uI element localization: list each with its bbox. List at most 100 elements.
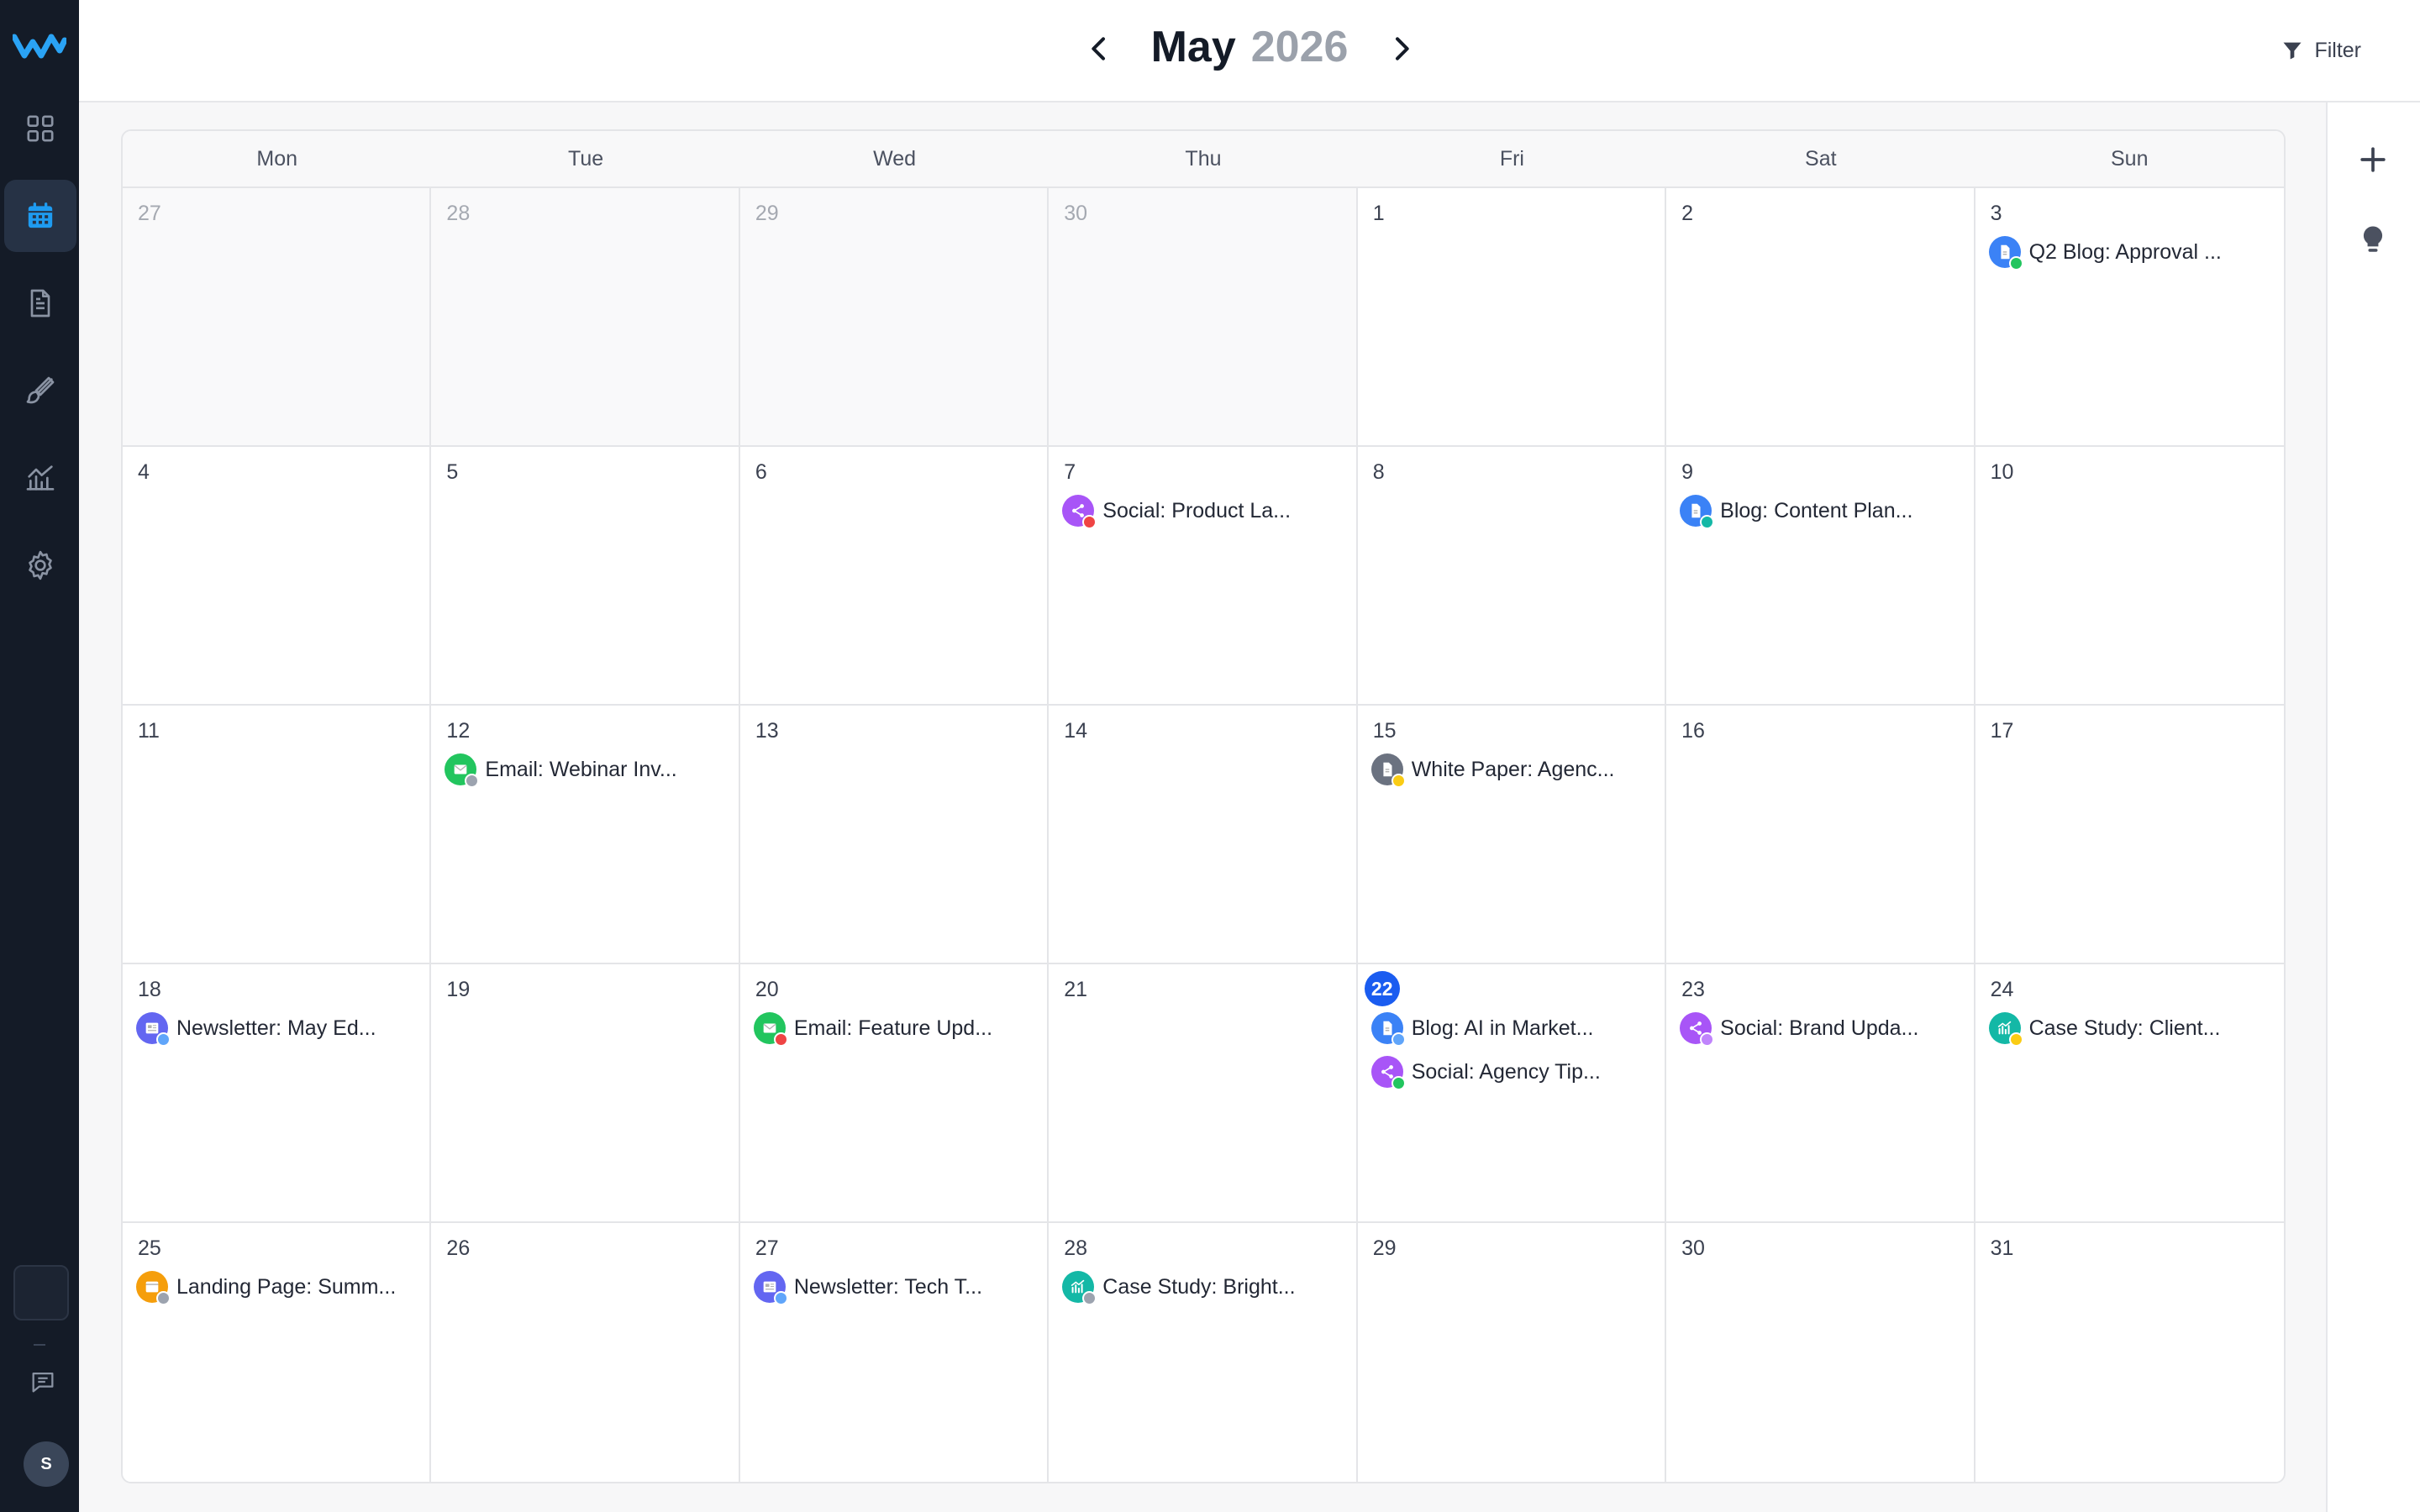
day-number: 30 [1681,1236,1705,1260]
event-list: Email: Feature Upd... [753,1011,1039,1055]
calendar-event[interactable]: Blog: AI in Market... [1370,1011,1656,1045]
event-title: Newsletter: May Ed... [176,1016,376,1040]
day-number: 14 [1064,719,1088,743]
day-cell[interactable]: 6 [739,447,1050,706]
nav-calendar[interactable] [4,180,76,252]
calendar-event[interactable]: Case Study: Client... [1988,1011,2275,1045]
day-cell[interactable]: 29 [739,188,1050,447]
chart-icon [1062,1271,1097,1304]
status-dot [1391,1076,1406,1089]
day-cell[interactable]: 13 [739,706,1050,964]
share-icon [1370,1056,1406,1089]
nav-dashboard[interactable] [4,92,76,165]
day-cell[interactable]: 8 [1357,447,1667,706]
day-number: 9 [1681,460,1694,484]
day-cell[interactable]: 19 [431,964,740,1223]
calendar-event[interactable]: Newsletter: May Ed... [136,1011,421,1045]
day-cell[interactable]: 17 [1975,706,2284,964]
filter-button[interactable]: Filter [2281,34,2361,67]
day-cell[interactable]: 4 [123,447,432,706]
day-number: 1 [1372,202,1385,225]
day-cell[interactable]: 28 [431,188,740,447]
day-number: 22 [1364,971,1400,1006]
event-title: Landing Page: Summ... [176,1274,397,1299]
day-cell[interactable]: 27 [123,188,432,447]
nav-documents[interactable] [4,267,76,339]
day-cell[interactable]: 29 [1357,1223,1667,1482]
calendar-grid: 27 28 29 30 1 2 3 Q2 Blog: Approval ... 4 5 6 7 Soci… [123,188,2284,1482]
day-cell[interactable]: 7 Social: Product La... [1049,447,1358,706]
right-rail [2326,102,2420,1512]
prev-month-button[interactable] [1082,32,1116,66]
add-icon[interactable] [2354,141,2391,178]
event-list: Case Study: Client... [1988,1011,2275,1055]
day-number: 28 [1064,1236,1088,1260]
calendar-event[interactable]: Blog: Content Plan... [1680,494,1965,528]
workspace-switcher[interactable] [13,1265,69,1320]
day-cell[interactable]: 14 [1049,706,1358,964]
day-number: 31 [1990,1236,2014,1260]
status-dot [773,1032,788,1045]
calendar-event[interactable]: Email: Webinar Inv... [445,753,729,786]
calendar-event[interactable]: Social: Product La... [1062,494,1347,528]
nav-design[interactable] [4,354,76,427]
day-number: 2 [1681,202,1694,225]
day-cell[interactable]: 15 White Paper: Agenc... [1357,706,1667,964]
brush-icon [26,376,55,404]
next-month-button[interactable] [1385,32,1418,66]
logo-icon[interactable] [13,32,66,60]
status-dot [1700,515,1715,528]
day-cell[interactable]: 30 [1049,188,1358,447]
day-cell[interactable]: 21 [1049,964,1358,1223]
day-cell[interactable]: 16 [1666,706,1975,964]
chat-icon[interactable] [29,1368,57,1396]
day-cell[interactable]: 20 Email: Feature Upd... [739,964,1050,1223]
day-cell[interactable]: 26 [431,1223,740,1482]
day-cell[interactable]: 1 [1357,188,1667,447]
calendar-event[interactable]: Email: Feature Upd... [753,1011,1039,1045]
calendar-event[interactable]: Landing Page: Summ... [136,1270,421,1304]
nav-settings[interactable] [4,529,76,601]
event-list: Email: Webinar Inv... [445,753,729,796]
calendar-event[interactable]: Social: Brand Upda... [1680,1011,1965,1045]
day-cell[interactable]: 27 Newsletter: Tech T... [739,1223,1050,1482]
day-cell[interactable]: 5 [431,447,740,706]
day-number: 8 [1372,460,1385,484]
calendar-event[interactable]: White Paper: Agenc... [1370,753,1656,786]
mail-icon [753,1012,788,1045]
day-number: 21 [1064,978,1088,1001]
day-cell[interactable]: 2 [1666,188,1975,447]
day-cell[interactable]: 18 Newsletter: May Ed... [123,964,432,1223]
day-cell-today[interactable]: 22 Blog: AI in Market... Social: Agency Ti… [1357,964,1667,1223]
calendar-event[interactable]: Social: Agency Tip... [1370,1055,1656,1089]
calendar-event[interactable]: Q2 Blog: Approval ... [1988,235,2275,269]
day-cell[interactable]: 28 Case Study: Bright... [1049,1223,1358,1482]
status-dot [1082,515,1097,528]
day-number: 17 [1990,719,2014,743]
day-cell[interactable]: 11 [123,706,432,964]
day-cell[interactable]: 24 Case Study: Client... [1975,964,2284,1223]
calendar-event[interactable]: Case Study: Bright... [1062,1270,1347,1304]
day-cell[interactable]: 9 Blog: Content Plan... [1666,447,1975,706]
status-dot [2008,256,2023,269]
share-icon [1680,1012,1715,1045]
day-cell[interactable]: 31 [1975,1223,2284,1482]
nav-analytics[interactable] [4,442,76,514]
day-number: 27 [138,202,161,225]
status-dot [1700,1032,1715,1045]
day-cell[interactable]: 23 Social: Brand Upda... [1666,964,1975,1223]
day-cell[interactable]: 30 [1666,1223,1975,1482]
lightbulb-icon[interactable] [2354,222,2391,259]
event-list: Blog: Content Plan... [1680,494,1965,538]
avatar[interactable]: S [24,1441,69,1487]
day-cell[interactable]: 10 [1975,447,2284,706]
day-number: 11 [138,719,160,743]
day-cell[interactable]: 12 Email: Webinar Inv... [431,706,740,964]
day-cell[interactable]: 3 Q2 Blog: Approval ... [1975,188,2284,447]
event-list: Q2 Blog: Approval ... [1988,235,2275,279]
day-number: 12 [446,719,471,743]
event-list: White Paper: Agenc... [1370,753,1656,796]
day-cell[interactable]: 25 Landing Page: Summ... [123,1223,432,1482]
calendar-event[interactable]: Newsletter: Tech T... [753,1270,1039,1304]
filter-icon [2283,42,2302,60]
